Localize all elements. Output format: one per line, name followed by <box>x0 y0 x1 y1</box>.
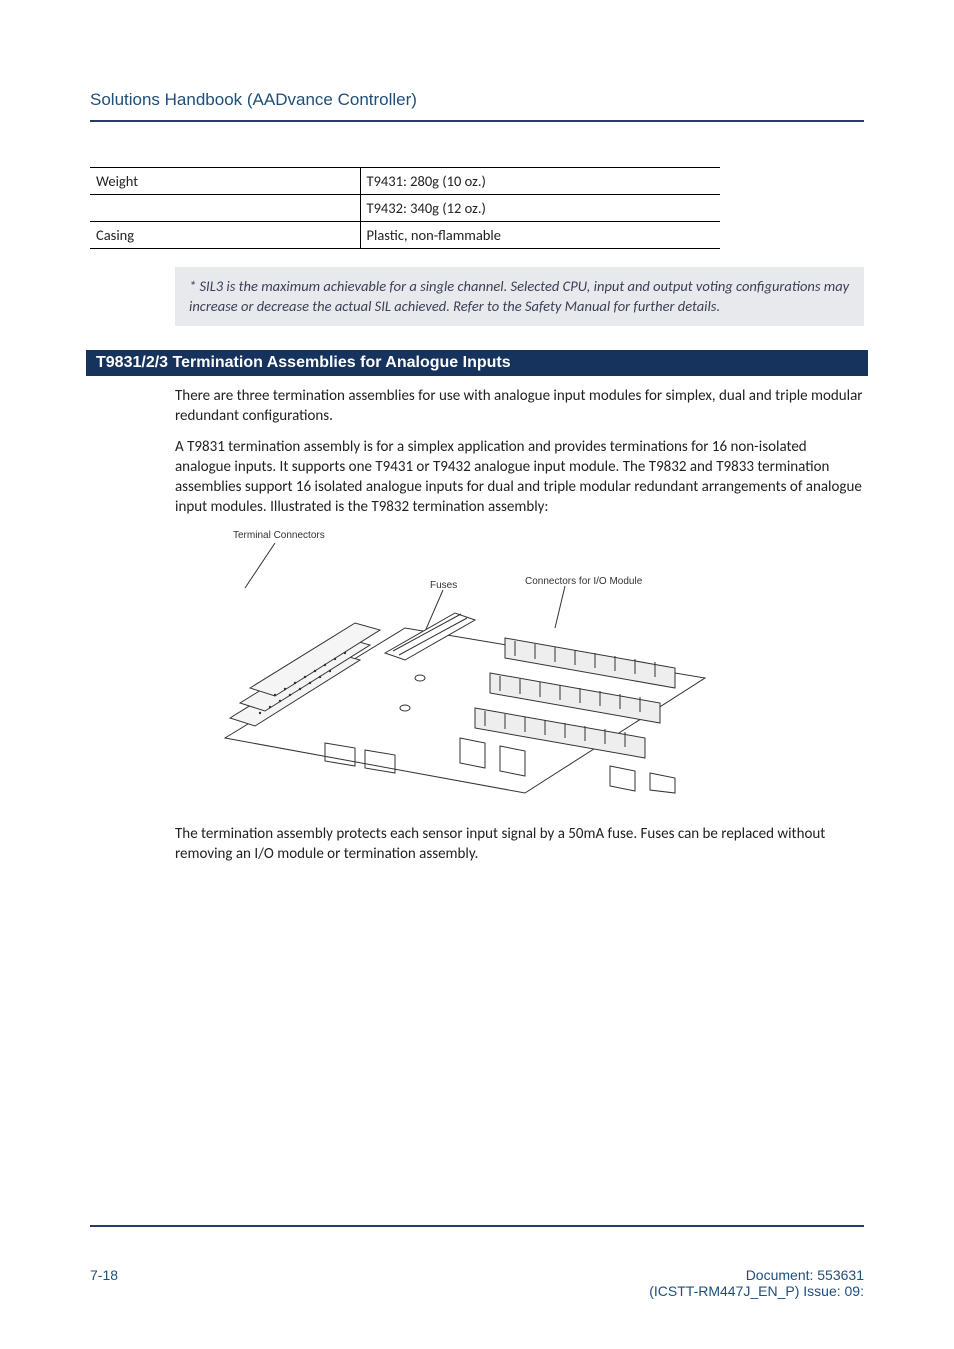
page-header-title: Solutions Handbook (AADvance Controller) <box>90 90 864 110</box>
footer-page-number: 7-18 <box>90 1267 118 1299</box>
para-intro: There are three termination assemblies f… <box>175 386 864 427</box>
termination-assembly-diagram: Terminal Connectors Fuses Connectors for… <box>205 528 725 808</box>
footer-rule <box>90 1225 864 1227</box>
assembly-svg <box>205 528 725 808</box>
cell-line: T9432: 340g (12 oz.) <box>367 199 715 217</box>
table-row: T9432: 340g (12 oz.) <box>90 195 720 222</box>
cell-line: T9431: 280g (10 oz.) <box>367 172 715 190</box>
cell-value: T9432: 340g (12 oz.) <box>360 195 720 222</box>
table-row: Casing Plastic, non-flammable <box>90 222 720 249</box>
label-terminal-connectors: Terminal Connectors <box>233 530 325 541</box>
header-rule <box>90 120 864 122</box>
cell-label: Weight <box>90 168 360 195</box>
para-fuse: The termination assembly protects each s… <box>175 824 864 865</box>
label-io-connectors: Connectors for I/O Module <box>525 576 642 587</box>
para-detail: A T9831 termination assembly is for a si… <box>175 437 864 518</box>
cell-value: Plastic, non-flammable <box>360 222 720 249</box>
page-footer: 7-18 Document: 553631 (ICSTT-RM447J_EN_P… <box>90 1225 864 1299</box>
cell-label: Casing <box>90 222 360 249</box>
cell-label-empty <box>90 195 360 222</box>
section-banner: T9831/2/3 Termination Assemblies for Ana… <box>86 350 868 376</box>
sil-note: * SIL3 is the maximum achievable for a s… <box>175 267 864 326</box>
table-row: Weight T9431: 280g (10 oz.) <box>90 168 720 195</box>
spec-table: Weight T9431: 280g (10 oz.) T9432: 340g … <box>90 167 720 249</box>
label-fuses: Fuses <box>430 580 457 591</box>
footer-document: Document: 553631 <box>649 1267 864 1283</box>
cell-value: T9431: 280g (10 oz.) <box>360 168 720 195</box>
footer-issue: (ICSTT-RM447J_EN_P) Issue: 09: <box>649 1283 864 1299</box>
